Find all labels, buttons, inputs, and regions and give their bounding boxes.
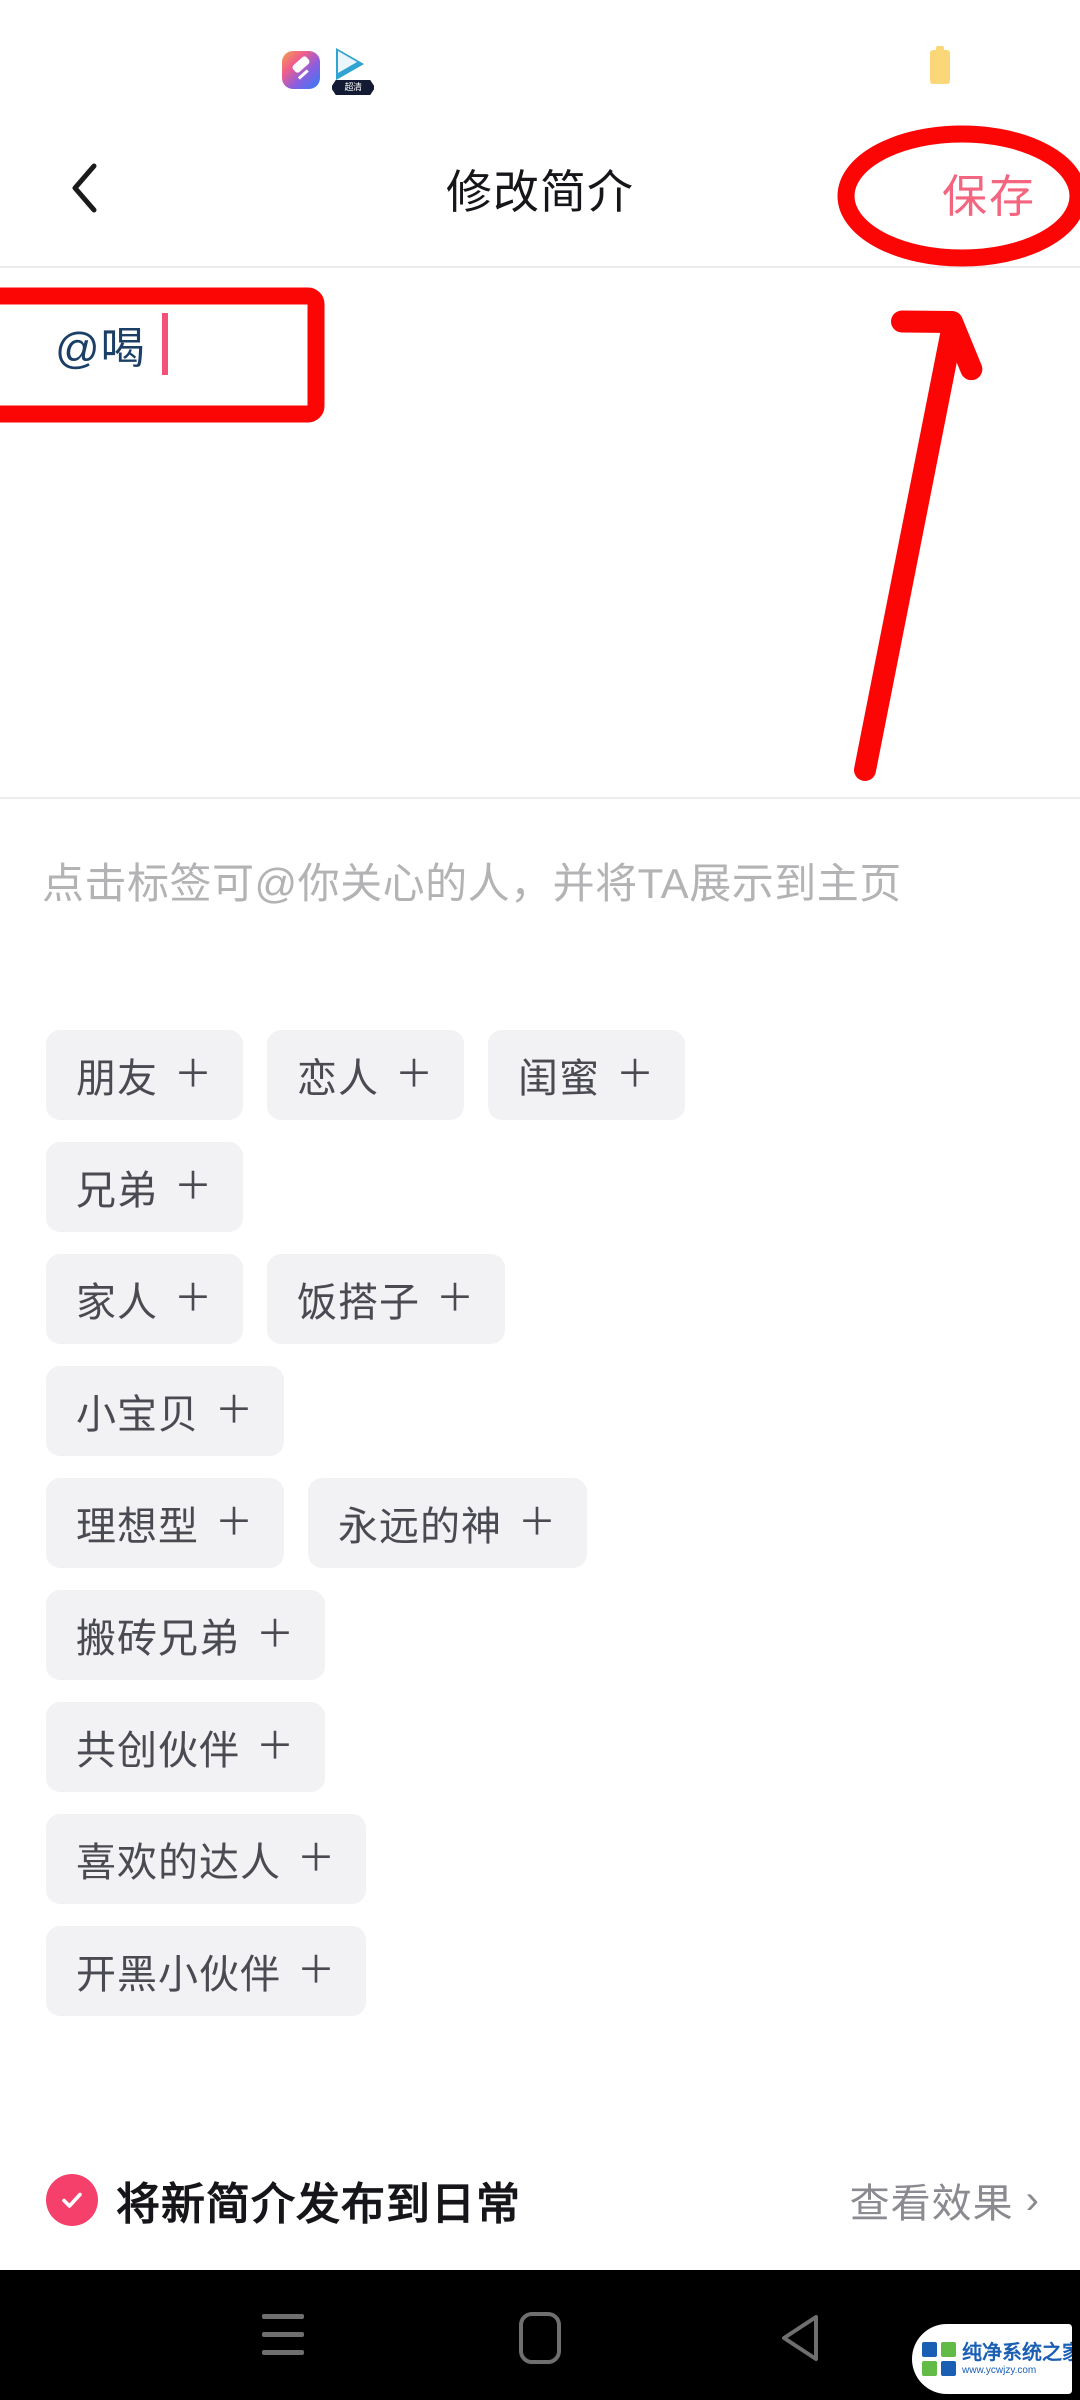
plus-icon: ＋ <box>215 1390 255 1432</box>
tag-chip[interactable]: 永远的神 ＋ <box>308 1478 588 1568</box>
tag-chip[interactable]: 搬砖兄弟 ＋ <box>46 1590 326 1680</box>
tag-chip[interactable]: 闺蜜 ＋ <box>488 1030 686 1120</box>
tag-chip[interactable]: 理想型 ＋ <box>46 1478 285 1568</box>
watermark-text: 纯净系统之家 www.ycwjzy.com <box>962 2343 1072 2376</box>
tag-chip[interactable]: 恋人 ＋ <box>267 1030 465 1120</box>
tag-chip-label: 恋人 <box>297 1057 380 1101</box>
plus-icon: ＋ <box>174 1166 214 1208</box>
tag-hint-text: 点击标签可@你关心的人，并将TA展示到主页 <box>42 860 902 907</box>
tag-chip-label: 理想型 <box>76 1505 199 1549</box>
plus-icon: ＋ <box>174 1054 214 1096</box>
tag-chip[interactable]: 喜欢的达人 ＋ <box>46 1814 367 1904</box>
tag-chip[interactable]: 共创伙伴 ＋ <box>46 1702 326 1792</box>
tag-chip[interactable]: 饭搭子 ＋ <box>267 1254 506 1344</box>
chevron-right-icon: › <box>1025 2177 1040 2222</box>
tag-chip[interactable]: 兄弟 ＋ <box>46 1142 244 1232</box>
tag-chip-label: 饭搭子 <box>297 1281 421 1325</box>
tag-chip-label: 开黑小伙伴 <box>76 1953 281 1997</box>
tag-chip-label: 永远的神 <box>338 1505 503 1549</box>
phone-screen: 超清 修改简介 保存 @喝 点击标签可@你关心的人，并将TA展示到主页 朋友 ＋… <box>0 0 1080 2400</box>
tag-chip[interactable]: 开黑小伙伴 ＋ <box>46 1926 367 2016</box>
watermark-url: www.ycwjzy.com <box>962 2364 1037 2376</box>
status-bar: 超清 <box>0 0 1080 110</box>
menu-icon-line <box>262 2332 304 2337</box>
tag-chip-label: 朋友 <box>76 1057 158 1101</box>
play-triangle-inner <box>338 51 357 73</box>
plus-icon: ＋ <box>215 1502 255 1544</box>
recents-button[interactable] <box>262 2314 304 2356</box>
watermark-title: 纯净系统之家 <box>962 2341 1072 2364</box>
checkmark-icon <box>62 2192 82 2208</box>
tag-chip-label: 喜欢的达人 <box>76 1841 281 1885</box>
app-icon-gradient <box>282 51 320 89</box>
tag-chip-label: 兄弟 <box>76 1169 158 1213</box>
tag-chip[interactable]: 朋友 ＋ <box>46 1030 244 1120</box>
menu-icon-line <box>262 2314 304 2319</box>
editor-divider <box>0 797 1080 799</box>
plus-icon: ＋ <box>297 1950 337 1992</box>
page-title: 修改简介 <box>446 165 634 218</box>
chevron-left-icon <box>72 163 97 213</box>
tag-chip-label: 家人 <box>76 1281 158 1325</box>
tag-chip-label: 闺蜜 <box>518 1057 601 1101</box>
save-button[interactable]: 保存 <box>942 160 1036 225</box>
plus-icon: ＋ <box>256 1726 296 1768</box>
plus-icon: ＋ <box>616 1054 656 1096</box>
publish-label: 将新简介发布到日常 <box>116 2180 521 2229</box>
tag-chip[interactable]: 家人 ＋ <box>46 1254 244 1344</box>
text-caret <box>161 313 168 375</box>
tag-chip-list: 朋友 ＋ 恋人 ＋ 闺蜜 ＋ 兄弟 ＋ 家人 ＋ 饭搭子 ＋ 小宝贝 ＋ 理想型 <box>46 1030 1046 2016</box>
watermark-logo-icon <box>922 2342 956 2376</box>
preview-label: 查看效果 <box>849 2182 1014 2226</box>
app-header: 修改简介 保存 <box>0 110 1080 267</box>
publish-to-daily-toggle[interactable]: 将新简介发布到日常 <box>46 2168 521 2232</box>
status-notification-icons: 超清 <box>282 48 374 95</box>
tag-chip-label: 搬砖兄弟 <box>76 1617 240 1661</box>
plus-icon: ＋ <box>395 1054 435 1096</box>
plus-icon: ＋ <box>174 1278 214 1320</box>
plus-icon: ＋ <box>518 1502 558 1544</box>
preview-effect-link[interactable]: 查看效果 › <box>850 2171 1040 2229</box>
video-badge-label: 超清 <box>332 80 374 95</box>
menu-icon-line <box>262 2350 304 2355</box>
bio-input-value-wrap[interactable]: @喝 <box>55 313 168 375</box>
back-button[interactable] <box>34 138 134 238</box>
video-play-icon: 超清 <box>332 48 374 95</box>
tag-chip-label: 共创伙伴 <box>76 1729 240 1773</box>
site-watermark: 纯净系统之家 www.ycwjzy.com <box>912 2324 1072 2394</box>
tag-chip[interactable]: 小宝贝 ＋ <box>46 1366 285 1456</box>
android-nav-bar: 纯净系统之家 www.ycwjzy.com <box>0 2270 1080 2400</box>
plus-icon: ＋ <box>297 1838 337 1880</box>
bio-editor[interactable]: @喝 <box>0 268 1080 797</box>
battery-icon <box>930 46 950 84</box>
triangle-back-icon <box>782 2315 818 2361</box>
plus-icon: ＋ <box>256 1614 296 1656</box>
plus-icon: ＋ <box>436 1278 476 1320</box>
home-button[interactable] <box>519 2312 561 2364</box>
bottom-action-bar: 将新简介发布到日常 查看效果 › <box>0 2130 1080 2270</box>
bio-input-value: @喝 <box>55 324 146 373</box>
nav-back-button[interactable] <box>778 2312 822 2364</box>
check-circle-icon <box>46 2174 98 2226</box>
tag-chip-label: 小宝贝 <box>76 1393 199 1437</box>
